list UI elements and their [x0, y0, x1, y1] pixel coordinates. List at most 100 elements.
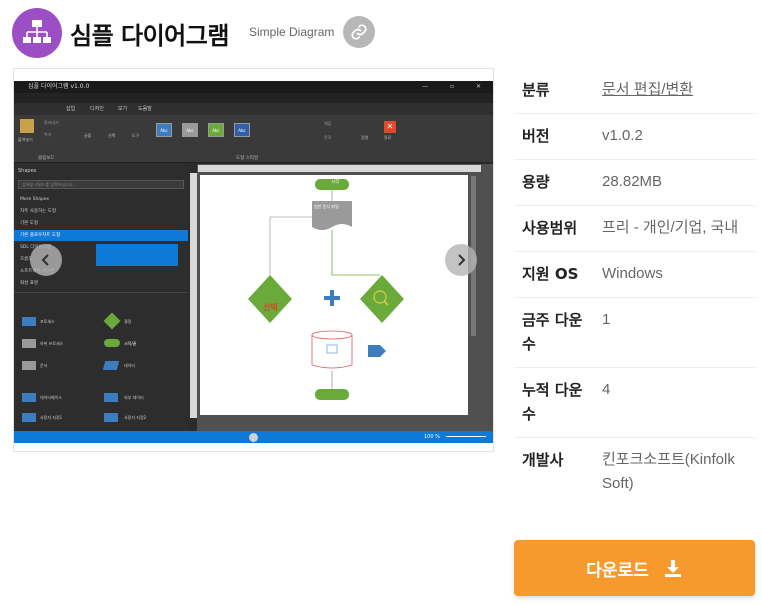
screenshot-shape-label: 프로세스 [40, 319, 55, 324]
external-data-shape-icon [104, 393, 118, 402]
screenshot-quick-access [14, 93, 493, 103]
screenshot-shape-label: 데이터베이스 [40, 395, 63, 400]
screenshot-ribbon-button: 복사 [44, 132, 52, 137]
custom-shape-icon [22, 413, 36, 422]
info-row-developer: 개발사 킨포크소프트(Kinfolk Soft) [515, 438, 755, 507]
custom-shape-icon [104, 413, 118, 422]
screenshot-ruler-vertical [190, 173, 197, 418]
subprocess-shape-icon [22, 339, 36, 348]
info-key: 사용범위 [522, 219, 578, 237]
info-value: v1.0.2 [602, 127, 643, 144]
info-key: 버전 [522, 127, 550, 145]
app-title: 심플 다이어그램 [70, 22, 229, 50]
screenshot-tab: 도움말 [138, 106, 152, 112]
screenshot-window-controls: — ▫ ✕ [422, 83, 491, 90]
paste-icon [20, 119, 34, 133]
data-shape-icon [102, 361, 120, 370]
download-label: 다운로드 [586, 560, 649, 581]
screenshot-diagram-canvas [200, 175, 468, 415]
style-swatch-navy: Abc [234, 123, 250, 137]
diagram-start-label: 시작 [331, 180, 340, 185]
screenshot-shape-selected [96, 244, 178, 266]
info-value: 28.82MB [602, 173, 663, 190]
diagram-drawing [248, 179, 404, 400]
info-row-category: 분류 문서 편집/변환 [515, 68, 755, 114]
share-link-button[interactable] [343, 16, 375, 48]
screenshot-category-selected: 기본 플로우차트 도형 [14, 230, 188, 241]
screenshot-ribbon-button: 도구 [132, 133, 140, 138]
screenshot-zoom-slider [446, 436, 486, 437]
diagram-end-label: 끝 [332, 403, 337, 408]
info-key: 누적 다운수 [522, 381, 583, 423]
diagram-document-label: 일반 문서 파일 [314, 204, 339, 209]
screenshot-shape-label: 문서 [40, 363, 48, 368]
screenshot-ruler-horizontal [198, 165, 481, 172]
screenshot-ribbon-button: 채움 [324, 121, 332, 126]
info-value: 킨포크소프트(Kinfolk Soft) [602, 451, 735, 492]
screenshot-shapes-panel: Shapes 검색할 키워드를 입력하십시오... More Shapes 자주… [14, 164, 188, 431]
info-key: 분류 [522, 81, 550, 99]
info-key: 지원 OS [522, 265, 579, 283]
process-shape-icon [22, 317, 36, 326]
close-icon: ✕ [384, 121, 396, 133]
style-swatch-blue: Abc [156, 123, 172, 137]
screenshot-ribbon-button: 정렬 [361, 135, 369, 140]
terminator-shape-icon [104, 339, 120, 347]
style-swatch-gray: Abc [182, 123, 198, 137]
info-key: 금주 다운수 [522, 311, 583, 353]
screenshot-category: More Shapes [20, 197, 50, 202]
style-swatch-green: Abc [208, 123, 224, 137]
screenshot-tab: 삽입 [66, 106, 76, 112]
screenshot-ribbon-button: 잘라내기 [44, 120, 59, 125]
screenshot-shape-label: 결정 [124, 319, 132, 324]
screenshot-tab: 보기 [118, 106, 128, 112]
info-table: 분류 문서 편집/변환 버전 v1.0.2 용량 28.82MB 사용범위 프리… [515, 68, 755, 507]
info-row-license: 사용범위 프리 - 개인/기업, 국내 [515, 206, 755, 252]
screenshot-ribbon-button: 선택 [108, 133, 116, 138]
info-value: 4 [602, 381, 611, 398]
screenshot-window-title: 심플 다이어그램 v1.0.0 [28, 83, 90, 90]
screenshot-tab: 디자인 [90, 106, 104, 112]
screenshot-shape-label: 외부 데이터 [124, 395, 144, 400]
database-shape-icon [22, 393, 36, 402]
download-button[interactable]: 다운로드 [514, 540, 755, 596]
screenshot-category: 화살 표명 [20, 281, 38, 286]
screenshot-divider [14, 292, 188, 293]
screenshot-zoom-level: 100 % [424, 434, 440, 440]
info-key: 용량 [522, 173, 550, 191]
screenshot-ribbon-button: 윤곽 [324, 135, 332, 140]
gallery-prev-button[interactable] [30, 244, 62, 276]
app-subtitle: Simple Diagram [249, 25, 335, 39]
info-row-os: 지원 OS Windows [515, 252, 755, 298]
screenshot-group-label: 클립보드 [38, 156, 55, 161]
screenshot-ribbon-button: 골을 [84, 133, 92, 138]
info-row-total-downloads: 누적 다운수 4 [515, 368, 755, 438]
screenshot-group-label: 도형 스타일 [236, 156, 259, 161]
screenshot-shape-label: 사용자 지정2 [124, 415, 147, 420]
document-shape-icon [22, 361, 36, 370]
flowchart-icon [23, 20, 51, 43]
chevron-left-icon [41, 254, 49, 266]
info-key: 개발사 [522, 451, 564, 469]
screenshot-shape-label: 시작/끝 [124, 341, 137, 346]
app-screenshot: 심플 다이어그램 v1.0.0 — ▫ ✕ 삽입 디자인 보기 도움말 붙여넣기… [14, 81, 493, 443]
screenshot-shape-label: 데이터 [124, 363, 136, 368]
screenshot-shape-label: 사용자 지정1 [40, 415, 63, 420]
carousel-indicator[interactable] [249, 433, 258, 442]
screenshot-ribbon-button: 종료 [384, 135, 392, 140]
info-value: Windows [602, 265, 663, 282]
screenshot-search: 검색할 키워드를 입력하십시오... [18, 180, 184, 189]
screenshot-panel-title: Shapes [18, 168, 37, 174]
download-icon [663, 558, 683, 578]
info-value: 1 [602, 311, 611, 328]
gallery-next-button[interactable] [445, 244, 477, 276]
app-icon [12, 8, 62, 58]
info-row-version: 버전 v1.0.2 [515, 114, 755, 160]
info-value: 프리 - 개인/기업, 국내 [602, 219, 739, 236]
screenshot-category: 자주 사용하는 도형 [20, 209, 56, 214]
category-link[interactable]: 문서 편집/변환 [595, 78, 755, 102]
screenshot-category: 기본 도형 [20, 221, 38, 226]
diagram-decision-label: 선택 [263, 303, 278, 312]
screenshot-gallery: 심플 다이어그램 v1.0.0 — ▫ ✕ 삽입 디자인 보기 도움말 붙여넣기… [13, 68, 494, 452]
info-row-size: 용량 28.82MB [515, 160, 755, 206]
